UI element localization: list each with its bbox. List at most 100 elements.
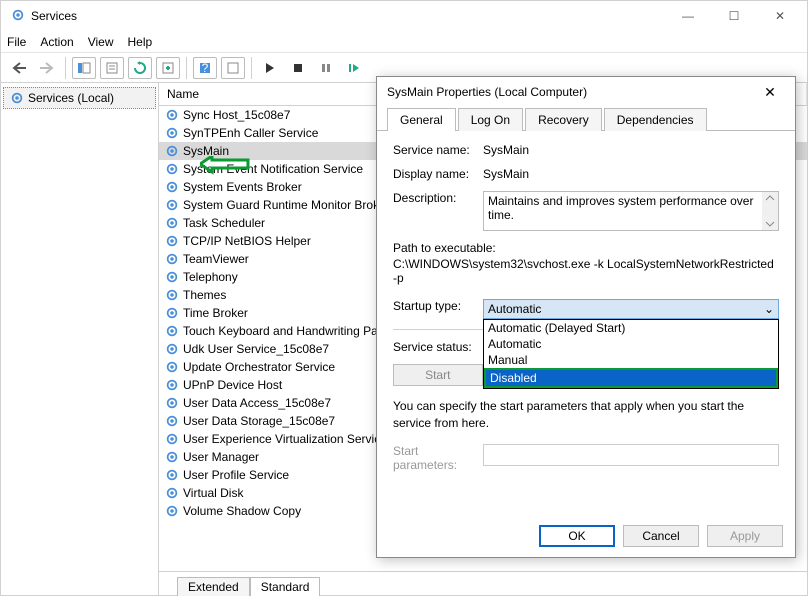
value-description: Maintains and improves system performanc…	[488, 194, 753, 222]
tab-standard[interactable]: Standard	[250, 577, 321, 596]
startup-dropdown[interactable]: Automatic (Delayed Start)AutomaticManual…	[483, 319, 779, 389]
service-name-label: SynTPEnh Caller Service	[183, 126, 318, 140]
startup-option[interactable]: Automatic	[484, 336, 778, 352]
menu-file[interactable]: File	[7, 35, 26, 49]
console-tree-button[interactable]	[221, 57, 245, 79]
play-icon[interactable]	[258, 57, 282, 79]
gear-icon	[165, 144, 179, 158]
apply-button[interactable]: Apply	[707, 525, 783, 547]
titlebar: Services — ☐ ✕	[1, 1, 807, 31]
service-name-label: Task Scheduler	[183, 216, 265, 230]
gear-icon	[165, 360, 179, 374]
startup-option[interactable]: Manual	[484, 352, 778, 368]
startup-option[interactable]: Disabled	[484, 368, 778, 388]
chevron-down-icon: ⌄	[764, 302, 774, 316]
service-name-label: Themes	[183, 288, 226, 302]
tree-root[interactable]: Services (Local)	[3, 87, 156, 109]
gear-icon	[165, 126, 179, 140]
service-name-label: TCP/IP NetBIOS Helper	[183, 234, 311, 248]
service-name-label: User Manager	[183, 450, 259, 464]
service-name-label: System Guard Runtime Monitor Broker	[183, 198, 390, 212]
maximize-button[interactable]: ☐	[711, 1, 757, 31]
gear-icon	[165, 324, 179, 338]
hint-text: You can specify the start parameters tha…	[393, 398, 779, 432]
service-name-label: Sync Host_15c08e7	[183, 108, 290, 122]
restart-icon[interactable]	[342, 57, 366, 79]
tab-dependencies[interactable]: Dependencies	[604, 108, 707, 131]
refresh-button[interactable]	[128, 57, 152, 79]
service-name-label: User Data Storage_15c08e7	[183, 414, 335, 428]
gear-icon	[165, 396, 179, 410]
gear-icon	[165, 342, 179, 356]
gear-icon	[165, 468, 179, 482]
properties-dialog: SysMain Properties (Local Computer) ✕ Ge…	[376, 76, 796, 558]
help-button[interactable]: ?	[193, 57, 217, 79]
value-display-name: SysMain	[483, 167, 779, 181]
dialog-tabs: General Log On Recovery Dependencies	[377, 107, 795, 131]
window-title: Services	[31, 9, 665, 23]
menu-help[interactable]: Help	[128, 35, 153, 49]
gear-icon	[165, 450, 179, 464]
description-scrollbar[interactable]	[762, 192, 778, 230]
tab-general[interactable]: General	[387, 108, 456, 131]
gear-icon	[165, 234, 179, 248]
forward-button[interactable]	[35, 57, 59, 79]
label-startup: Startup type:	[393, 299, 483, 313]
label-service-name: Service name:	[393, 143, 483, 157]
label-status: Service status:	[393, 340, 483, 354]
gear-icon	[165, 504, 179, 518]
service-name-label: Udk User Service_15c08e7	[183, 342, 329, 356]
gear-icon	[165, 306, 179, 320]
menubar: File Action View Help	[1, 31, 807, 53]
properties-button[interactable]	[100, 57, 124, 79]
dialog-close-button[interactable]: ✕	[755, 77, 785, 107]
startup-option[interactable]: Automatic (Delayed Start)	[484, 320, 778, 336]
stop-icon[interactable]	[286, 57, 310, 79]
value-service-name: SysMain	[483, 143, 779, 157]
svg-text:?: ?	[202, 61, 209, 75]
service-name-label: System Events Broker	[183, 180, 302, 194]
startup-type-select[interactable]: Automatic ⌄	[483, 299, 779, 319]
tree-root-label: Services (Local)	[28, 91, 114, 105]
tab-logon[interactable]: Log On	[458, 108, 523, 131]
gear-icon	[165, 198, 179, 212]
pause-icon[interactable]	[314, 57, 338, 79]
service-name-label: Telephony	[183, 270, 238, 284]
gear-icon	[165, 270, 179, 284]
gear-icon	[165, 288, 179, 302]
cancel-button[interactable]: Cancel	[623, 525, 699, 547]
menu-view[interactable]: View	[88, 35, 114, 49]
tree-pane: Services (Local)	[1, 83, 159, 595]
gear-icon	[165, 378, 179, 392]
tab-recovery[interactable]: Recovery	[525, 108, 602, 131]
gear-icon	[165, 414, 179, 428]
show-hide-tree-button[interactable]	[72, 57, 96, 79]
service-name-label: Volume Shadow Copy	[183, 504, 301, 518]
gear-icon	[165, 432, 179, 446]
description-box: Maintains and improves system performanc…	[483, 191, 779, 231]
export-button[interactable]	[156, 57, 180, 79]
service-name-label: Time Broker	[183, 306, 248, 320]
label-start-params: Start parameters:	[393, 444, 483, 472]
start-params-input[interactable]	[483, 444, 779, 466]
gear-icon	[165, 486, 179, 500]
ok-button[interactable]: OK	[539, 525, 615, 547]
back-button[interactable]	[7, 57, 31, 79]
service-name-label: TeamViewer	[183, 252, 249, 266]
startup-selected-value: Automatic	[488, 302, 541, 316]
value-path: C:\WINDOWS\system32\svchost.exe -k Local…	[393, 257, 779, 285]
label-display-name: Display name:	[393, 167, 483, 181]
close-button[interactable]: ✕	[757, 1, 803, 31]
service-name-label: Virtual Disk	[183, 486, 243, 500]
callout-arrow-icon	[200, 156, 250, 176]
start-button[interactable]: Start	[393, 364, 483, 386]
gear-icon	[165, 180, 179, 194]
service-name-label: User Experience Virtualization Service	[183, 432, 387, 446]
label-description: Description:	[393, 191, 483, 205]
tab-extended[interactable]: Extended	[177, 577, 250, 596]
minimize-button[interactable]: —	[665, 1, 711, 31]
service-name-label: User Profile Service	[183, 468, 289, 482]
service-name-label: UPnP Device Host	[183, 378, 282, 392]
service-name-label: User Data Access_15c08e7	[183, 396, 331, 410]
menu-action[interactable]: Action	[40, 35, 73, 49]
